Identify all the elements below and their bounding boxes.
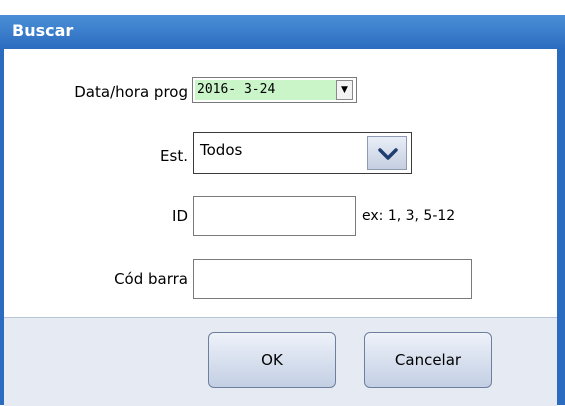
barcode-input[interactable] (193, 259, 472, 299)
dialog-title: Buscar (12, 21, 74, 40)
status-label: Est. (160, 147, 188, 165)
id-input[interactable] (193, 196, 356, 236)
datetime-picker[interactable]: 2016- 3-24 ▼ (192, 77, 357, 103)
cancel-button[interactable]: Cancelar (364, 332, 492, 388)
status-selected-value: Todos (200, 141, 243, 159)
id-hint: ex: 1, 3, 5-12 (362, 208, 456, 224)
dialog-right-border (557, 49, 565, 405)
dropdown-arrow-icon: ▼ (341, 85, 348, 95)
status-dropdown-button[interactable] (367, 136, 407, 170)
datetime-value[interactable]: 2016- 3-24 (195, 80, 336, 100)
id-label: ID (172, 207, 188, 225)
barcode-label: Cód barra (114, 270, 188, 288)
chevron-down-icon (378, 148, 398, 160)
datetime-dropdown-button[interactable]: ▼ (336, 80, 353, 100)
dialog-titlebar: Buscar (0, 15, 565, 49)
ok-button[interactable]: OK (208, 332, 336, 388)
datetime-label: Data/hora prog (74, 83, 188, 101)
status-select[interactable]: Todos (193, 132, 412, 174)
